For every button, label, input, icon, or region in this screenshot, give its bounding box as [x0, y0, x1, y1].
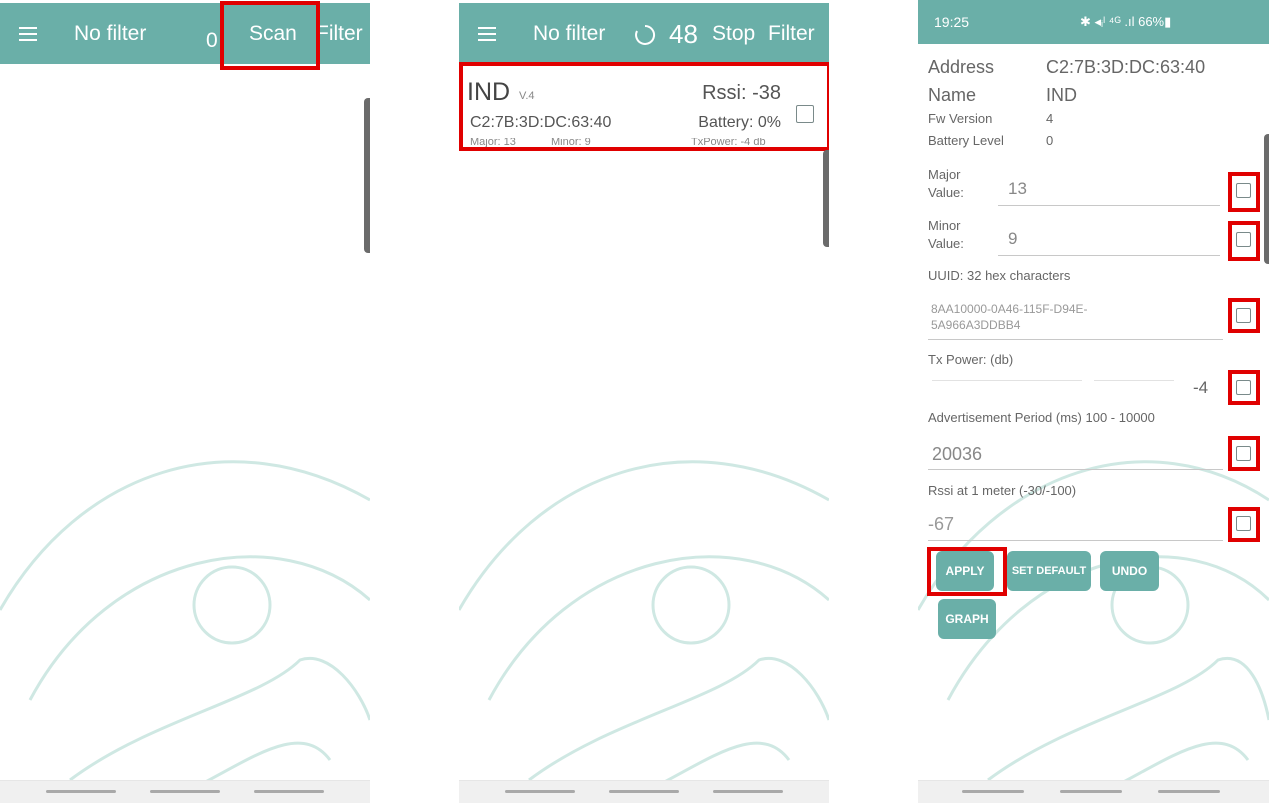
major-input-underline [998, 205, 1220, 206]
status-icons: ✱ ◂ᵢˡ ⁴ᴳ .ıl 66%▮ [1080, 14, 1172, 29]
uuid-input-underline [928, 339, 1223, 340]
major-label: Major [928, 167, 961, 182]
status-time: 19:25 [934, 14, 970, 30]
toolbar: No filter 48 Stop Filter [459, 3, 829, 64]
adv-period-value: 20036 [932, 444, 983, 464]
graph-button[interactable]: GRAPH [938, 599, 996, 639]
uuid-value-line2: 5A966A3DDBB4 [931, 318, 1021, 332]
scrollbar[interactable] [1264, 134, 1269, 264]
hamburger-menu-icon[interactable] [19, 27, 37, 41]
minor-label: Minor [928, 218, 961, 233]
nav-recents-button[interactable] [254, 790, 324, 793]
major-value-label: Value: [928, 185, 964, 200]
system-nav-bar [0, 780, 370, 803]
minor-value-label: Value: [928, 236, 964, 251]
minor-input-underline [998, 255, 1220, 256]
major-input-value: 13 [1008, 179, 1027, 198]
system-nav-bar [918, 780, 1269, 803]
minor-checkbox-highlight [1228, 221, 1260, 261]
undo-button[interactable]: UNDO [1100, 551, 1159, 591]
address-value: C2:7B:3D:DC:63:40 [1046, 57, 1206, 77]
screen-scan-results: No filter 48 Stop Filter IND V.4 Rssi: -… [459, 0, 829, 803]
rssi-1m-underline [928, 540, 1223, 541]
tx-power-label: Tx Power: (db) [928, 352, 1014, 367]
nav-home-button[interactable] [1060, 790, 1122, 793]
loading-spinner-icon [635, 24, 656, 45]
scrollbar[interactable] [823, 150, 829, 247]
name-label: Name [928, 85, 977, 105]
fw-version-label: Fw Version [928, 111, 993, 126]
device-count: 0 [206, 29, 218, 52]
battery-level-value: 0 [1046, 133, 1054, 148]
filter-status: No filter [74, 22, 147, 45]
nav-home-button[interactable] [609, 790, 679, 793]
nav-back-button[interactable] [962, 790, 1024, 793]
apply-button-highlight [927, 547, 1007, 596]
uuid-checkbox-highlight [1228, 298, 1260, 333]
filter-button[interactable]: Filter [316, 22, 363, 46]
scan-highlight [220, 1, 320, 70]
tx-power-checkbox-highlight [1228, 370, 1260, 405]
tx-power-value: -4 [1193, 378, 1209, 397]
minor-input-value: 9 [1008, 229, 1018, 248]
uuid-label: UUID: 32 hex characters [928, 268, 1071, 283]
adv-period-label: Advertisement Period (ms) 100 - 10000 [928, 410, 1155, 425]
system-nav-bar [459, 780, 829, 803]
adv-period-underline [928, 469, 1223, 470]
address-label: Address [928, 57, 995, 77]
adv-period-checkbox-highlight [1228, 436, 1260, 471]
rssi-1m-value: -67 [928, 514, 955, 534]
scrollbar[interactable] [364, 98, 370, 253]
nav-back-button[interactable] [46, 790, 116, 793]
tx-slider-track-right [1094, 380, 1174, 381]
rssi-1m-label: Rssi at 1 meter (-30/-100) [928, 483, 1077, 498]
tx-slider-track-left [932, 380, 1082, 381]
stop-button[interactable]: Stop [712, 22, 755, 46]
fw-version-value: 4 [1046, 111, 1054, 126]
status-bar: 19:25 ✱ ◂ᵢˡ ⁴ᴳ .ıl 66%▮ [918, 0, 1269, 44]
major-checkbox-highlight [1228, 172, 1260, 212]
battery-level-label: Battery Level [928, 133, 1004, 148]
hamburger-menu-icon[interactable] [478, 27, 496, 41]
screen-device-config: 19:25 ✱ ◂ᵢˡ ⁴ᴳ .ıl 66%▮ Address C2:7B:3D… [918, 0, 1269, 803]
filter-button[interactable]: Filter [768, 22, 815, 46]
filter-status: No filter [533, 22, 606, 45]
nav-recents-button[interactable] [1158, 790, 1220, 793]
name-value: IND [1046, 85, 1077, 105]
uuid-value-line1: 8AA10000-0A46-115F-D94E- [931, 302, 1088, 316]
screen-scan-idle: No filter 0 Scan Filter [0, 0, 370, 803]
device-highlight [459, 62, 829, 151]
nav-back-button[interactable] [505, 790, 575, 793]
nav-recents-button[interactable] [713, 790, 783, 793]
device-count: 48 [669, 19, 698, 49]
rssi-1m-checkbox-highlight [1228, 507, 1260, 542]
nav-home-button[interactable] [150, 790, 220, 793]
set-default-button[interactable]: SET DEFAULT [1007, 551, 1091, 591]
logo-watermark [0, 460, 370, 792]
